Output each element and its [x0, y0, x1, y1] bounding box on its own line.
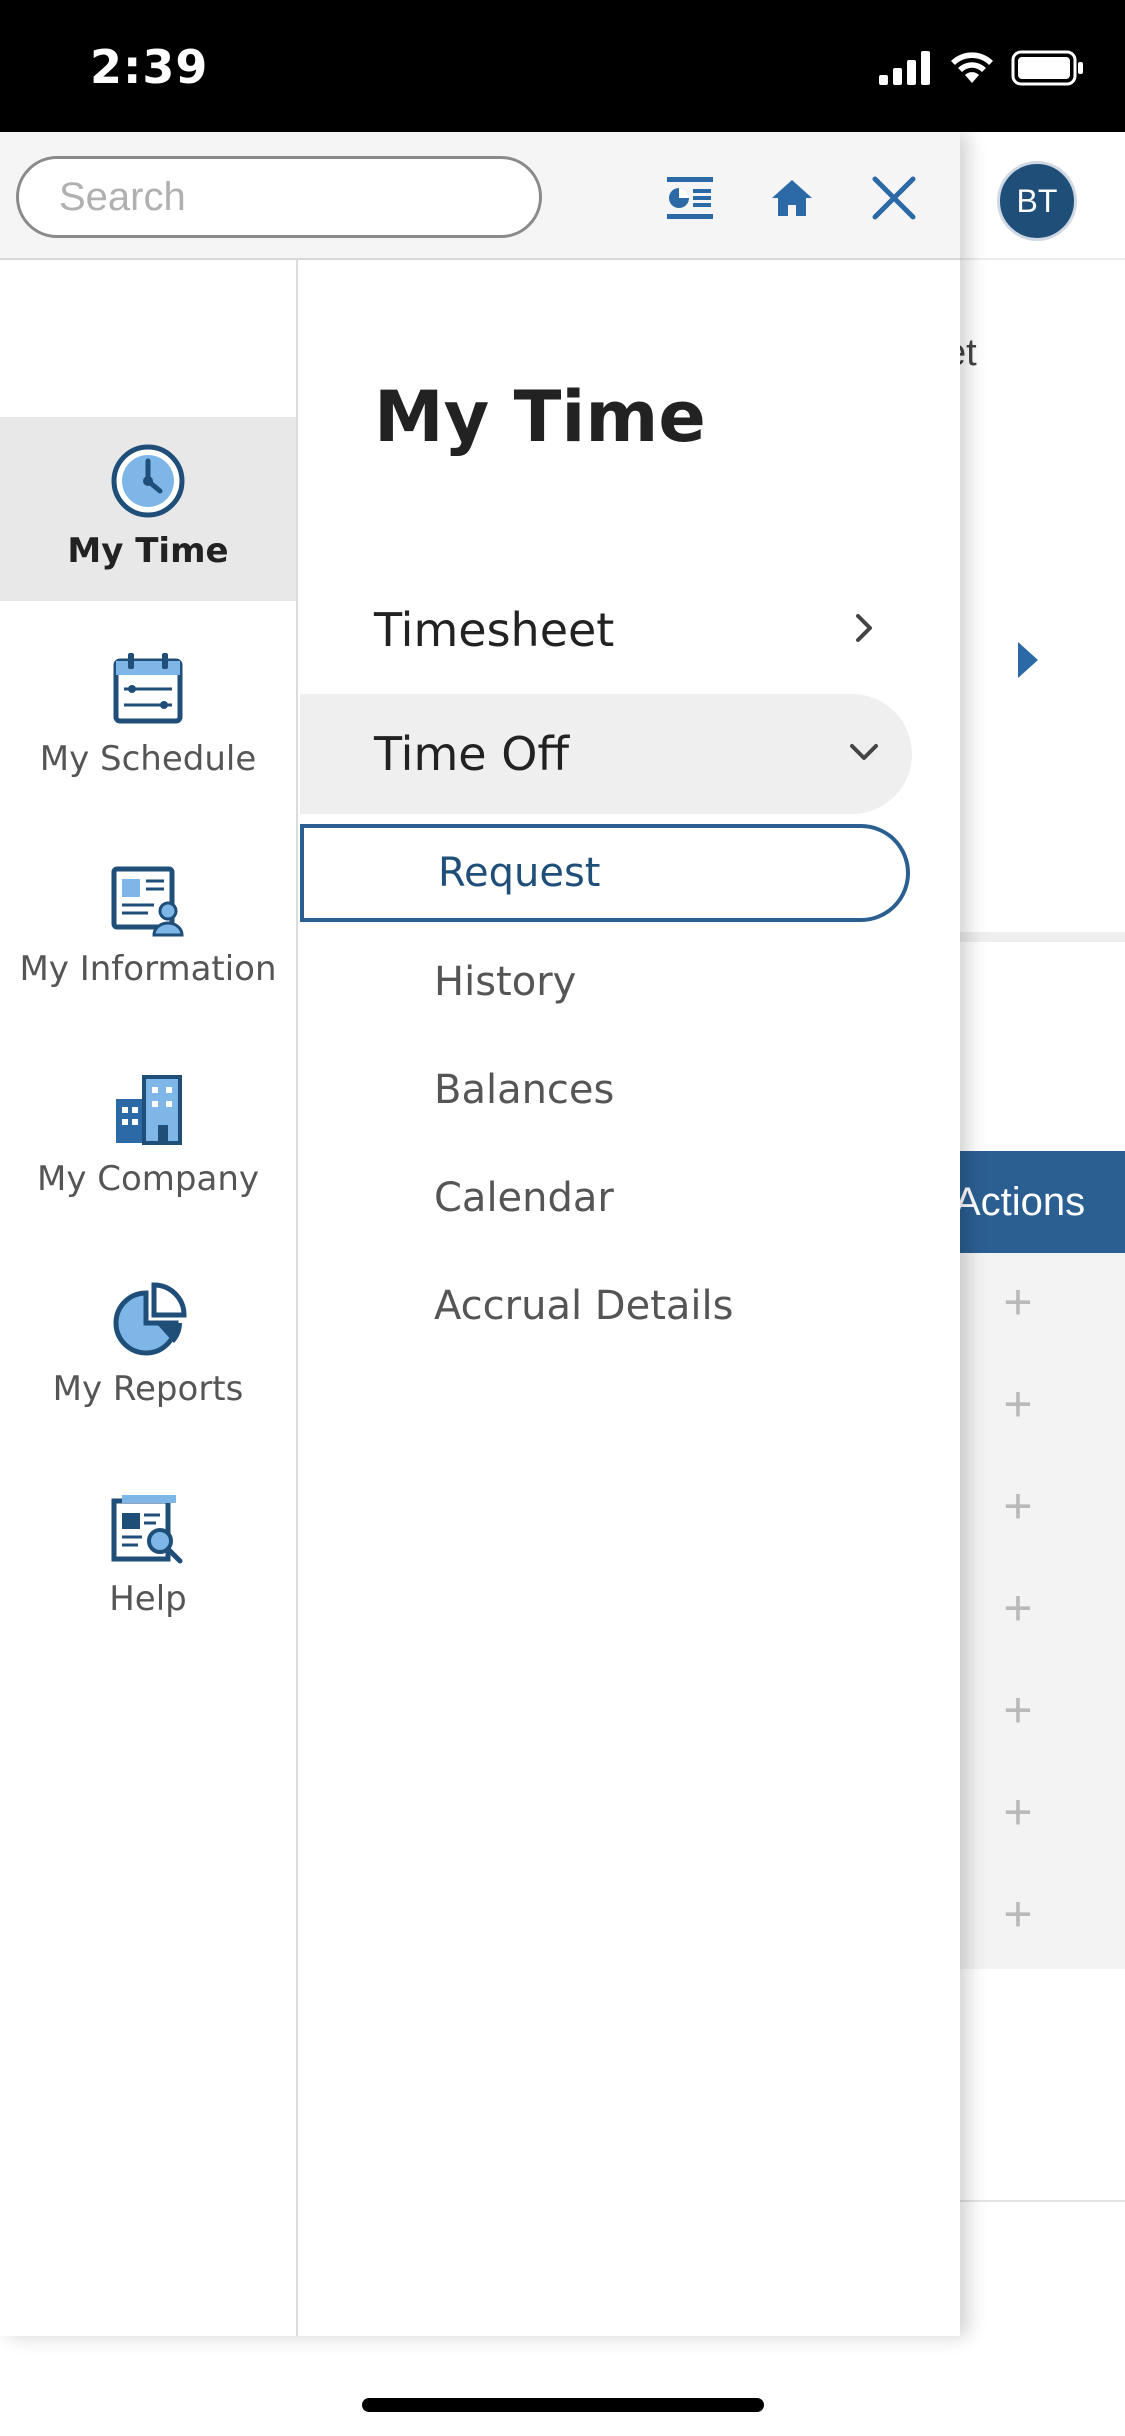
background-divider: [960, 2200, 1125, 2202]
navigation-drawer: My Time My Schedule: [0, 132, 960, 2336]
status-bar: 2:39: [0, 0, 1125, 132]
rail-item-label: My Schedule: [39, 739, 257, 779]
rail-item-my-information[interactable]: My Information: [0, 835, 296, 1019]
submenu-item-request[interactable]: Request: [300, 824, 910, 922]
chevron-right-icon: [856, 614, 872, 642]
add-row-button[interactable]: +: [998, 1379, 1038, 1429]
document-search-icon: [111, 1495, 183, 1564]
status-icons: [879, 50, 1085, 86]
battery-icon: [1011, 50, 1083, 86]
building-icon: [116, 1075, 182, 1145]
chevron-down-icon: [850, 744, 878, 760]
submenu-item-accrual-details[interactable]: Accrual Details: [300, 1257, 910, 1355]
rail-item-my-schedule[interactable]: My Schedule: [0, 625, 296, 809]
actions-column: [960, 1253, 1125, 1969]
pie-chart-icon: [113, 1282, 187, 1356]
left-rail: My Time My Schedule My Information My Co…: [0, 260, 298, 2336]
rail-item-my-time[interactable]: My Time: [0, 417, 296, 601]
add-row-button[interactable]: +: [998, 1277, 1038, 1327]
drawer-toolbar: [0, 132, 960, 260]
calendar-icon: [113, 653, 183, 724]
profile-card-icon: [111, 866, 184, 937]
rail-item-my-company[interactable]: My Company: [0, 1045, 296, 1229]
menu-title: My Time: [374, 376, 706, 458]
status-time: 2:39: [90, 40, 209, 94]
search-box[interactable]: [16, 156, 574, 238]
rail-item-label: My Company: [36, 1159, 259, 1199]
rail-item-label: My Time: [67, 531, 229, 571]
screen: 2:39 BT et Actions + + + + + + + Search …: [0, 0, 1125, 2436]
add-row-button[interactable]: +: [998, 1583, 1038, 1633]
caret-right-icon[interactable]: [1018, 642, 1038, 678]
rail-item-help[interactable]: Help: [0, 1465, 296, 1649]
submenu-item-calendar[interactable]: Calendar: [300, 1149, 910, 1247]
actions-column-header: Actions: [950, 1151, 1125, 1253]
menu-item-timesheet[interactable]: Timesheet: [300, 570, 912, 690]
clock-icon: [111, 444, 185, 518]
menu-item-time-off[interactable]: Time Off: [300, 694, 912, 814]
close-icon[interactable]: [862, 166, 926, 230]
wifi-icon: [951, 52, 993, 83]
add-row-button[interactable]: +: [998, 1685, 1038, 1735]
rail-item-label: My Reports: [52, 1369, 244, 1409]
home-indicator[interactable]: [362, 2398, 764, 2412]
menu-item-label: Timesheet: [374, 603, 615, 657]
add-row-button[interactable]: +: [998, 1889, 1038, 1939]
avatar[interactable]: BT: [997, 161, 1077, 241]
background-divider: [960, 932, 1125, 942]
add-row-button[interactable]: +: [998, 1481, 1038, 1531]
cellular-signal-icon: [879, 51, 930, 85]
dashboard-icon[interactable]: [658, 166, 722, 230]
rail-item-my-reports[interactable]: My Reports: [0, 1255, 296, 1439]
menu-item-label: Time Off: [374, 727, 570, 781]
rail-item-label: Help: [109, 1579, 187, 1619]
submenu-item-balances[interactable]: Balances: [300, 1041, 910, 1139]
add-row-button[interactable]: +: [998, 1787, 1038, 1837]
home-icon[interactable]: [760, 166, 824, 230]
search-input[interactable]: [59, 174, 574, 220]
submenu-item-history[interactable]: History: [300, 933, 910, 1031]
rail-item-label: My Information: [19, 949, 277, 989]
